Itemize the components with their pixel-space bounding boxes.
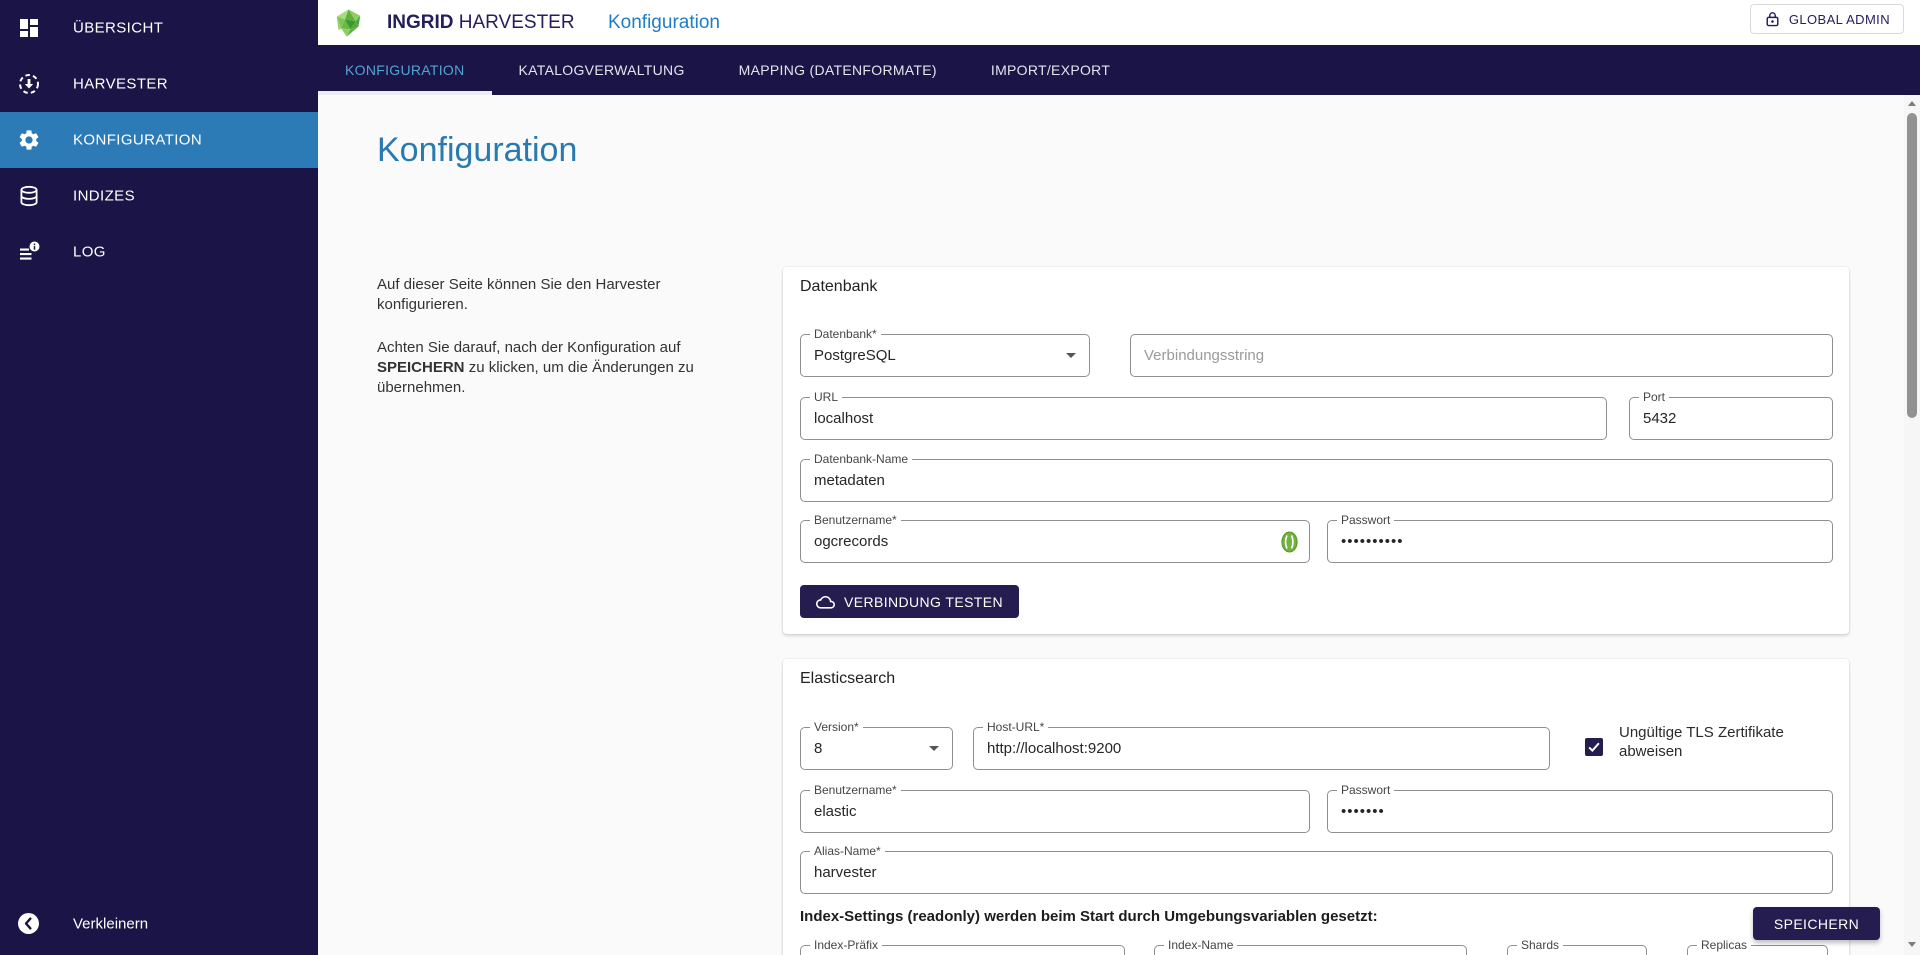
port-field: Port (1629, 397, 1833, 440)
section-tabbar: KONFIGURATION KATALOGVERWALTUNG MAPPING … (318, 45, 1920, 95)
top-header: INGRID HARVESTER Konfiguration GLOBAL AD… (318, 0, 1920, 45)
vertical-scrollbar[interactable] (1904, 95, 1920, 955)
lock-icon (1764, 10, 1781, 28)
datenbank-name-field: Datenbank-Name (800, 459, 1833, 502)
db-benutzername-input[interactable] (814, 521, 1292, 562)
scrollbar-thumb[interactable] (1907, 113, 1917, 418)
index-name-field: Index-Name (1154, 945, 1467, 955)
version-select-value: 8 (814, 728, 822, 769)
tab-katalogverwaltung[interactable]: KATALOGVERWALTUNG (492, 45, 712, 95)
db-passwort-input[interactable] (1341, 521, 1815, 562)
alias-name-input[interactable] (814, 852, 1815, 893)
tab-import-export[interactable]: IMPORT/EXPORT (964, 45, 1137, 95)
chevron-left-circle-icon (18, 913, 39, 934)
sidebar-item-log[interactable]: LOG (0, 224, 318, 280)
intro-text: Auf dieser Seite können Sie den Harveste… (377, 275, 699, 398)
version-select[interactable]: Version* 8 (800, 727, 953, 770)
ingrid-logo (334, 8, 363, 38)
password-manager-icon[interactable] (1281, 531, 1298, 553)
checkmark-icon (1586, 739, 1602, 755)
host-url-input[interactable] (987, 728, 1532, 769)
sidebar-item-label: LOG (73, 244, 106, 261)
es-passwort-input[interactable] (1341, 791, 1815, 832)
verbindungsstring-field (1130, 334, 1833, 377)
db-benutzername-field: Benutzername* (800, 520, 1310, 563)
chevron-down-icon (1066, 353, 1076, 358)
elasticsearch-card-title: Elasticsearch (800, 670, 895, 688)
index-settings-note: Index-Settings (readonly) werden beim St… (800, 908, 1378, 925)
dashboard-icon (17, 16, 41, 40)
replicas-field: Replicas (1687, 945, 1828, 955)
index-praefix-input[interactable] (814, 946, 1107, 955)
shards-field: Shards (1507, 945, 1647, 955)
elasticsearch-card: Elasticsearch Version* 8 Host-URL* Ungül… (783, 659, 1849, 955)
es-benutzername-input[interactable] (814, 791, 1292, 832)
sidebar: ÜBERSICHT HARVESTER KONFIGURATION INDIZE… (0, 0, 318, 955)
sidebar-item-label: ÜBERSICHT (73, 20, 163, 37)
global-admin-button[interactable]: GLOBAL ADMIN (1750, 4, 1904, 34)
app-title-bold: INGRID (387, 12, 454, 33)
database-icon (17, 184, 41, 208)
port-input[interactable] (1643, 398, 1815, 439)
datenbank-name-input[interactable] (814, 460, 1815, 501)
intro-paragraph-2: Achten Sie darauf, nach der Konfiguratio… (377, 338, 699, 398)
datenbank-select[interactable]: Datenbank* PostgreSQL (800, 334, 1090, 377)
tab-label: KATALOGVERWALTUNG (519, 62, 685, 78)
gear-icon (17, 128, 41, 152)
shards-input[interactable] (1521, 946, 1629, 955)
intro-p2-bold: SPEICHERN (377, 359, 465, 376)
chevron-down-icon (929, 746, 939, 751)
cloud-icon (816, 594, 835, 609)
replicas-input[interactable] (1701, 946, 1810, 955)
main-content: Konfiguration Auf dieser Seite können Si… (318, 95, 1904, 955)
alias-name-field: Alias-Name* (800, 851, 1833, 894)
database-card-title: Datenbank (800, 278, 877, 296)
log-info-icon (17, 240, 41, 264)
collapse-label: Verkleinern (73, 916, 148, 933)
tls-checkbox[interactable] (1585, 738, 1603, 756)
sidebar-item-harvester[interactable]: HARVESTER (0, 56, 318, 112)
sidebar-item-label: INDIZES (73, 188, 135, 205)
sidebar-item-label: KONFIGURATION (73, 132, 202, 149)
speichern-label: SPEICHERN (1774, 916, 1859, 932)
sidebar-item-label: HARVESTER (73, 76, 168, 93)
db-passwort-field: Passwort (1327, 520, 1833, 563)
url-input[interactable] (814, 398, 1589, 439)
intro-paragraph-1: Auf dieser Seite können Sie den Harveste… (377, 275, 699, 315)
es-benutzername-field: Benutzername* (800, 790, 1310, 833)
header-page-title: Konfiguration (608, 12, 720, 34)
scroll-up-arrow-icon[interactable] (1904, 96, 1920, 110)
sidebar-collapse-button[interactable]: Verkleinern (0, 909, 318, 939)
scroll-down-arrow-icon[interactable] (1904, 937, 1920, 951)
sidebar-item-indizes[interactable]: INDIZES (0, 168, 318, 224)
url-field: URL (800, 397, 1607, 440)
global-admin-label: GLOBAL ADMIN (1789, 12, 1890, 27)
intro-p2-pre: Achten Sie darauf, nach der Konfiguratio… (377, 339, 681, 356)
verbindung-testen-button[interactable]: VERBINDUNG TESTEN (800, 585, 1019, 618)
database-card: Datenbank Datenbank* PostgreSQL URL Port… (783, 267, 1849, 634)
tab-konfiguration[interactable]: KONFIGURATION (318, 45, 492, 95)
verbindungsstring-input[interactable] (1144, 335, 1815, 376)
verbindung-testen-label: VERBINDUNG TESTEN (844, 594, 1003, 610)
index-praefix-field: Index-Präfix (800, 945, 1125, 955)
sidebar-item-uebersicht[interactable]: ÜBERSICHT (0, 0, 318, 56)
speichern-button[interactable]: SPEICHERN (1753, 907, 1880, 940)
downloading-icon (17, 72, 41, 96)
tab-label: IMPORT/EXPORT (991, 62, 1110, 78)
index-name-input[interactable] (1168, 946, 1449, 955)
tab-label: MAPPING (DATENFORMATE) (739, 62, 937, 78)
es-passwort-field: Passwort (1327, 790, 1833, 833)
datenbank-select-value: PostgreSQL (814, 335, 896, 376)
tls-checkbox-label[interactable]: Ungültige TLS Zertifikate abweisen (1619, 723, 1819, 761)
app-title: INGRID HARVESTER (387, 12, 575, 34)
host-url-field: Host-URL* (973, 727, 1550, 770)
tab-label: KONFIGURATION (345, 62, 465, 78)
tab-mapping-datenformate[interactable]: MAPPING (DATENFORMATE) (712, 45, 964, 95)
sidebar-item-konfiguration[interactable]: KONFIGURATION (0, 112, 318, 168)
app-title-rest: HARVESTER (454, 12, 575, 33)
page-title: Konfiguration (377, 131, 577, 170)
